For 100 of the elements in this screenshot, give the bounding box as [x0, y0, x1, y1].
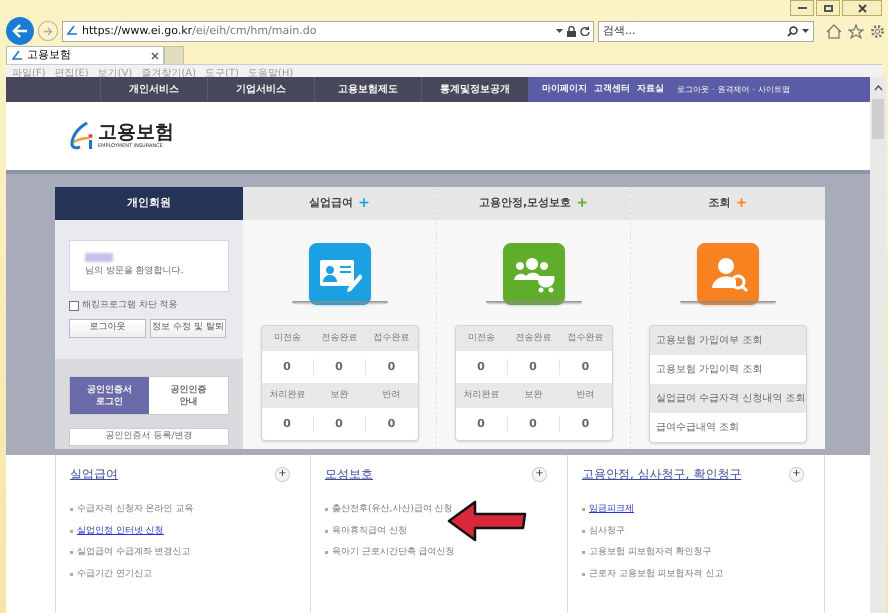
close-button[interactable]: [842, 0, 882, 16]
section-link[interactable]: 고용보험 피보험자격 확인청구: [589, 546, 712, 560]
minimize-button[interactable]: [790, 0, 814, 16]
status-label: 보완: [330, 388, 350, 402]
status-label: 전송완료: [320, 332, 358, 345]
section-link[interactable]: 육아휴직급여 신청: [332, 524, 407, 538]
browser-tab[interactable]: 고용보험: [6, 46, 164, 64]
utility-link[interactable]: 사이트맵: [758, 84, 790, 96]
quick-link[interactable]: 자료실: [637, 82, 664, 96]
family-stroller-icon[interactable]: [502, 243, 564, 305]
status-count[interactable]: 0: [262, 358, 314, 376]
settings-icon[interactable]: [870, 24, 885, 38]
site-icon: [11, 50, 23, 62]
status-count[interactable]: 0: [508, 358, 560, 376]
section-more-button[interactable]: +: [532, 466, 547, 482]
url-text: https://www.ei.go.kr/ei/eih/cm/hm/main.do: [82, 22, 318, 39]
address-field[interactable]: https://www.ei.go.kr/ei/eih/cm/hm/main.do: [62, 20, 594, 42]
status-count[interactable]: 0: [262, 416, 314, 432]
section-link[interactable]: 수급기간 연기신고: [77, 568, 152, 581]
certificate-register-button[interactable]: 공인인증서 등록/변경: [69, 428, 229, 446]
redacted-name: [85, 253, 113, 262]
status-label: 처리완료: [462, 388, 500, 402]
section-link[interactable]: 육아기 근로시간단축 급여신청: [332, 546, 455, 560]
nav-link[interactable]: 개인서비스: [100, 77, 207, 102]
account-button[interactable]: 로그아웃: [69, 318, 146, 338]
service-header[interactable]: 실업급여 +: [243, 187, 436, 220]
quick-link[interactable]: 고객센터: [594, 82, 630, 96]
search-box[interactable]: 검색...: [598, 20, 814, 42]
nav-link[interactable]: 고용보험제도: [314, 77, 421, 102]
member-header: 개인회원: [55, 187, 243, 220]
account-button[interactable]: 정보 수정 및 탈퇴: [150, 318, 226, 338]
status-count[interactable]: 0: [456, 358, 508, 376]
section-link[interactable]: 임금피크제: [589, 503, 634, 516]
site-icon: [66, 25, 78, 37]
logo-icon: [69, 122, 95, 150]
status-count[interactable]: 0: [560, 358, 612, 376]
refresh-icon[interactable]: [580, 26, 590, 36]
logo-title: 고용보험: [98, 123, 174, 142]
status-label: 보완: [524, 388, 544, 402]
status-label: 접수완료: [372, 332, 410, 345]
status-label: 미전송: [467, 332, 496, 345]
separator-dot: ·: [752, 84, 756, 96]
section-more-button[interactable]: +: [275, 466, 290, 482]
scrollbar[interactable]: [870, 77, 886, 613]
right-arrow-icon: [43, 26, 53, 36]
inquiry-link[interactable]: 실업급여 수급자격 신청내역 조회: [650, 384, 806, 413]
utility-link[interactable]: 원격제어: [718, 84, 750, 96]
scroll-thumb[interactable]: [872, 99, 884, 139]
search-field[interactable]: 검색...: [603, 22, 783, 40]
checkbox-label: 해킹프로그램 차단 적용: [82, 299, 178, 312]
section-title[interactable]: 모성보호: [325, 465, 373, 483]
status-label: 처리완료: [268, 388, 306, 402]
certificate-tab[interactable]: 공인인증서 로그인: [70, 377, 149, 414]
id-card-icon[interactable]: [308, 243, 370, 305]
section-link[interactable]: 심사청구: [589, 524, 625, 538]
inquiry-link[interactable]: 급여수급내역 조회: [650, 413, 806, 442]
dropdown-icon[interactable]: [802, 29, 809, 33]
status-label: 반려: [382, 388, 402, 402]
lock-icon[interactable]: [567, 26, 576, 36]
section-link[interactable]: 근로자 고용보험 피보험자격 신고: [589, 568, 724, 581]
separator-dot: ·: [712, 84, 715, 96]
section-more-button[interactable]: +: [789, 466, 804, 482]
status-label: 접수완료: [566, 332, 604, 345]
inquiry-link[interactable]: 고용보험 가입여부 조회: [650, 326, 806, 355]
back-button[interactable]: [6, 17, 34, 45]
close-icon: [858, 4, 866, 12]
dropdown-icon[interactable]: [556, 29, 563, 33]
maximize-button[interactable]: [816, 0, 840, 16]
nav-link[interactable]: 기업서비스: [207, 77, 314, 102]
user-search-icon[interactable]: [697, 243, 759, 305]
certificate-tab[interactable]: 공인인증 안내: [149, 377, 228, 414]
section-title[interactable]: 고용안정, 심사청구, 확인청구: [582, 465, 742, 483]
service-header[interactable]: 조회 +: [631, 187, 825, 220]
checkbox[interactable]: [69, 300, 79, 311]
status-label: 미전송: [273, 332, 302, 345]
scroll-up-icon[interactable]: [874, 85, 882, 91]
status-count[interactable]: 0: [508, 416, 560, 432]
section-link[interactable]: 출산전후(유산,사산)급여 신청: [332, 503, 453, 516]
section-link[interactable]: 수급자격 신청자 온라인 교육: [77, 503, 194, 516]
home-icon[interactable]: [826, 24, 842, 38]
welcome-text: 님의 방문을 환영합니다.: [85, 265, 185, 278]
status-count[interactable]: 0: [560, 416, 612, 432]
close-icon[interactable]: [151, 52, 159, 60]
utility-link[interactable]: 로그아웃: [677, 84, 709, 96]
service-header[interactable]: 고용안정,모성보호 +: [437, 187, 630, 220]
left-arrow-icon: [12, 24, 28, 38]
section-link[interactable]: 실업급여 수급계좌 변경신고: [77, 546, 191, 560]
inquiry-link[interactable]: 고용보험 가입이력 조회: [650, 355, 806, 384]
status-count[interactable]: 0: [314, 358, 366, 376]
status-count[interactable]: 0: [366, 358, 418, 376]
section-title[interactable]: 실업급여: [70, 465, 118, 483]
status-count[interactable]: 0: [314, 416, 366, 432]
status-label: 전송완료: [514, 332, 552, 345]
status-count[interactable]: 0: [366, 416, 418, 432]
star-icon[interactable]: [848, 24, 864, 38]
status-count[interactable]: 0: [456, 416, 508, 432]
section-link[interactable]: 실업인정 인터넷 신청: [77, 524, 164, 538]
search-icon[interactable]: [787, 26, 798, 36]
status-label: 반려: [576, 388, 596, 402]
quick-link[interactable]: 마이페이지: [542, 82, 587, 96]
